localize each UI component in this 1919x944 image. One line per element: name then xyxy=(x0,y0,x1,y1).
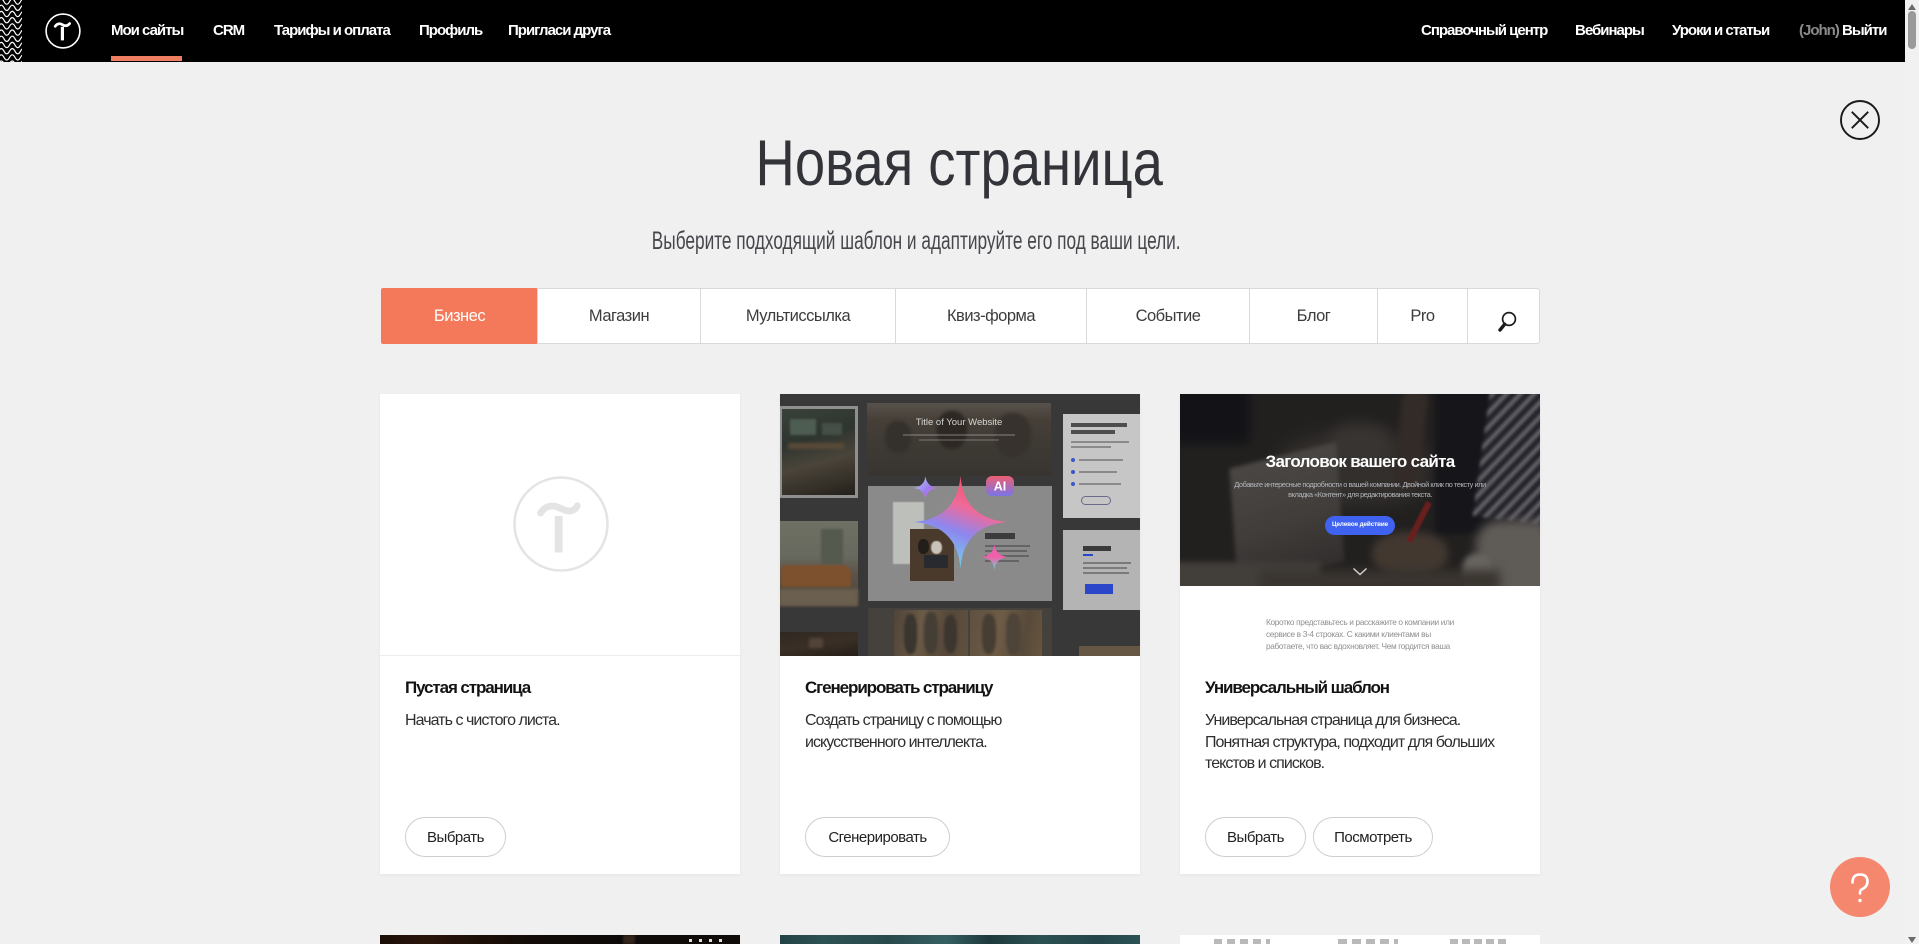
svg-text:AI: AI xyxy=(994,480,1007,494)
